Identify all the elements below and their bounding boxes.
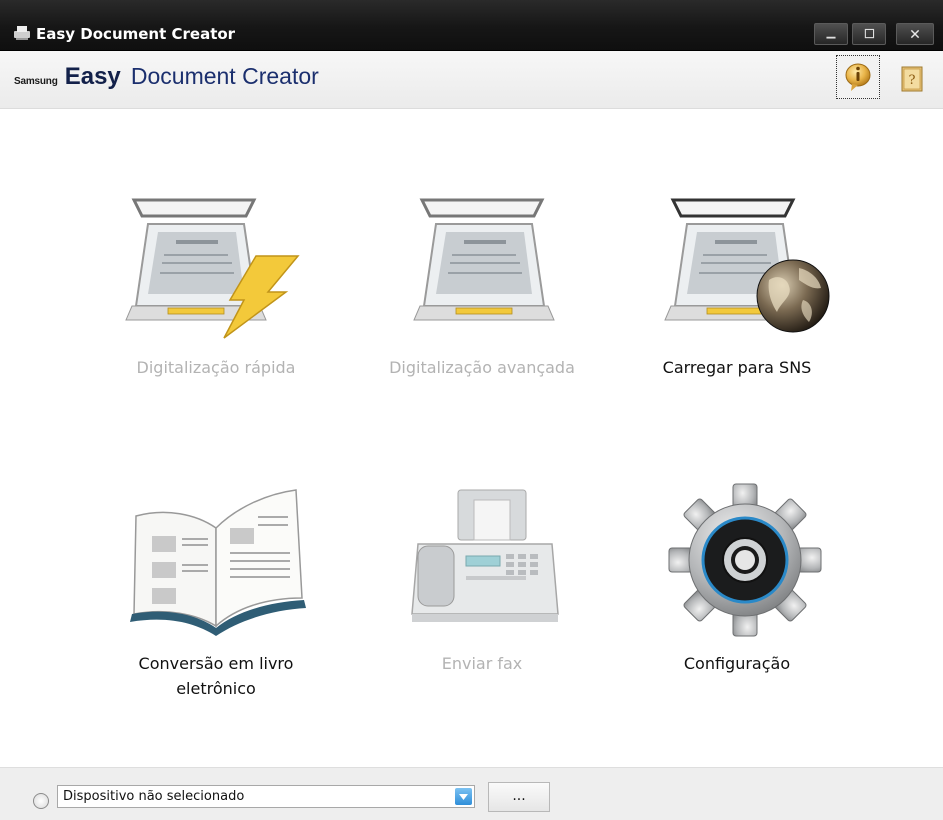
maximize-button[interactable] [852, 23, 886, 45]
maximize-icon [864, 28, 875, 39]
scanner-lightning-icon [125, 198, 300, 339]
info-button[interactable] [836, 55, 880, 99]
window-title: Easy Document Creator [36, 25, 236, 43]
app-window: Easy Document Creator Samsung Easy Docum… [0, 0, 943, 820]
close-button[interactable] [896, 23, 934, 45]
fax-machine-icon [411, 489, 559, 622]
tile-send-fax[interactable]: Enviar fax [362, 480, 602, 680]
tile-label-line1: Conversão em livro [138, 654, 294, 673]
help-book-icon[interactable]: ? [900, 65, 924, 93]
tile-advanced-scan[interactable]: Digitalização avançada [362, 188, 602, 388]
app-header: Samsung Easy Document Creator ? [0, 51, 943, 109]
tile-label: Configuração [683, 654, 791, 673]
brand-logo: Samsung Easy Document Creator [14, 63, 319, 91]
tile-label: Carregar para SNS [662, 358, 812, 377]
open-book-icon [130, 489, 306, 636]
tile-label-line2: eletrônico [176, 679, 256, 698]
tile-quick-scan[interactable]: Digitalização rápida [96, 188, 336, 388]
brand-product: Document Creator [130, 63, 319, 89]
device-select[interactable]: Dispositivo não selecionado [57, 785, 475, 808]
minimize-button[interactable] [814, 23, 848, 45]
tile-label: Enviar fax [441, 654, 523, 673]
close-icon [910, 29, 920, 39]
svg-text:?: ? [909, 73, 916, 88]
scanner-icon [413, 198, 555, 321]
scanner-globe-icon [664, 198, 830, 333]
title-bar[interactable]: Easy Document Creator [0, 0, 943, 51]
tile-upload-sns[interactable]: Carregar para SNS [617, 188, 857, 388]
device-status-radio[interactable] [33, 793, 49, 809]
device-select-value: Dispositivo não selecionado [63, 789, 245, 804]
brand-samsung: Samsung [14, 76, 58, 87]
app-icon [14, 26, 30, 40]
tile-settings[interactable]: Configuração [617, 480, 857, 680]
more-options-button[interactable]: ... [488, 782, 550, 812]
minimize-icon [826, 36, 836, 39]
footer-bar: Dispositivo não selecionado ... [0, 767, 943, 820]
brand-easy: Easy [64, 63, 121, 90]
tile-ebook-conversion[interactable]: Conversão em livro eletrônico [96, 480, 336, 710]
tile-label: Digitalização avançada [389, 358, 575, 377]
tile-label: Digitalização rápida [136, 358, 296, 377]
chevron-down-icon[interactable] [455, 788, 472, 805]
info-bubble-icon [845, 63, 871, 91]
gear-icon [668, 483, 822, 637]
